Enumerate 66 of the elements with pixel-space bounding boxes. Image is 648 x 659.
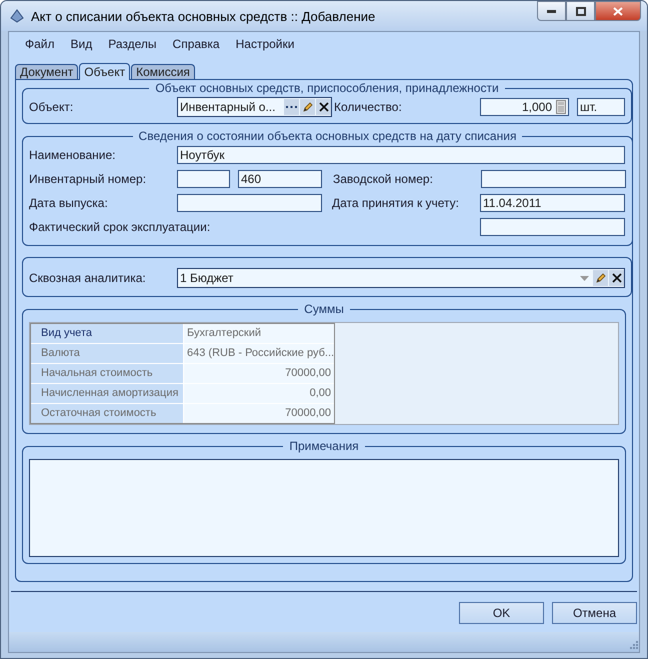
calculator-icon bbox=[556, 100, 566, 114]
field-label: Количество: bbox=[334, 100, 403, 114]
input-field[interactable] bbox=[481, 170, 626, 188]
minimize-icon bbox=[547, 10, 556, 12]
input-field[interactable]: 460 bbox=[238, 170, 322, 188]
row-label[interactable]: Начальная стоимость bbox=[31, 364, 183, 383]
table-cell: 70000,00 bbox=[184, 404, 334, 423]
field-label: Наименование: bbox=[29, 148, 117, 162]
edit-button[interactable] bbox=[593, 270, 608, 286]
tab[interactable]: Объект bbox=[79, 63, 130, 80]
menu-item[interactable]: Вид bbox=[62, 37, 100, 55]
input-field[interactable] bbox=[177, 194, 322, 212]
pencil-icon bbox=[302, 101, 314, 113]
section-title: Суммы bbox=[304, 302, 344, 316]
resize-grip-icon[interactable] bbox=[627, 640, 639, 652]
input-field[interactable]: Ноутбук bbox=[177, 146, 625, 164]
clear-button[interactable] bbox=[609, 270, 624, 286]
close-icon bbox=[318, 102, 328, 112]
maximize-button[interactable] bbox=[566, 1, 595, 21]
field-label: Инвентарный номер: bbox=[29, 172, 148, 186]
app-icon bbox=[9, 8, 25, 24]
input-field[interactable]: 11.04.2011 bbox=[480, 194, 625, 212]
table-cell: 70000,00 bbox=[184, 364, 334, 383]
row-label[interactable]: Валюта bbox=[31, 344, 183, 363]
dialog-button[interactable]: OK bbox=[459, 602, 544, 624]
table-cell: Бухгалтерский bbox=[184, 324, 334, 343]
pencil-icon bbox=[594, 272, 606, 284]
field-label: Фактический срок эксплуатации: bbox=[29, 220, 212, 234]
object-picker[interactable]: Инвентарный о... bbox=[177, 97, 332, 117]
clear-button[interactable] bbox=[316, 99, 331, 115]
input-field[interactable] bbox=[480, 218, 625, 236]
row-label[interactable]: Вид учета bbox=[31, 324, 183, 343]
menu-item[interactable]: Справка bbox=[164, 37, 228, 55]
field-label: Заводской номер: bbox=[333, 172, 434, 186]
row-label[interactable]: Остаточная стоимость bbox=[31, 404, 183, 423]
field-label: Сквозная аналитика: bbox=[29, 271, 147, 285]
table-cell: 643 (RUB - Российские руб... bbox=[184, 344, 334, 363]
section-title: Объект основных средств, приспособления, принадлежности bbox=[155, 81, 499, 95]
maximize-icon bbox=[576, 6, 586, 16]
menu-item[interactable]: Файл bbox=[17, 37, 63, 55]
window-title: Акт о списании объекта основных средств :: Добавление bbox=[31, 8, 376, 24]
table-cell: 0,00 bbox=[184, 384, 334, 403]
quantity-field[interactable]: 1,000 bbox=[480, 98, 569, 116]
dialog-button[interactable]: Отмена bbox=[552, 602, 637, 624]
menu-item[interactable]: Настройки bbox=[228, 37, 302, 55]
tab[interactable]: Документ bbox=[15, 64, 78, 79]
menu-item[interactable]: Разделы bbox=[100, 37, 165, 55]
field-label: Дата выпуска: bbox=[29, 196, 109, 210]
tab[interactable]: Комиссия bbox=[131, 64, 195, 79]
input-field[interactable]: шт. bbox=[577, 98, 625, 116]
notes-field[interactable] bbox=[29, 459, 619, 557]
browse-button[interactable] bbox=[284, 99, 299, 115]
input-field[interactable] bbox=[177, 170, 230, 188]
field-label: Дата принятия к учету: bbox=[332, 196, 460, 210]
close-icon bbox=[613, 6, 623, 16]
minimize-button[interactable] bbox=[537, 1, 566, 21]
edit-button[interactable] bbox=[300, 99, 315, 115]
close-icon bbox=[612, 273, 622, 283]
analytics-dropdown[interactable]: 1 Бюджет bbox=[177, 268, 625, 288]
row-label[interactable]: Начисленная амортизация bbox=[31, 384, 183, 403]
close-button[interactable] bbox=[595, 1, 641, 21]
field-label: Объект: bbox=[29, 100, 74, 114]
section-title: Сведения о состоянии объекта основных средств на дату списания bbox=[138, 129, 516, 143]
dropdown-arrow-icon bbox=[580, 276, 589, 280]
ellipsis-icon bbox=[286, 106, 297, 108]
section-title: Примечания bbox=[289, 439, 359, 453]
